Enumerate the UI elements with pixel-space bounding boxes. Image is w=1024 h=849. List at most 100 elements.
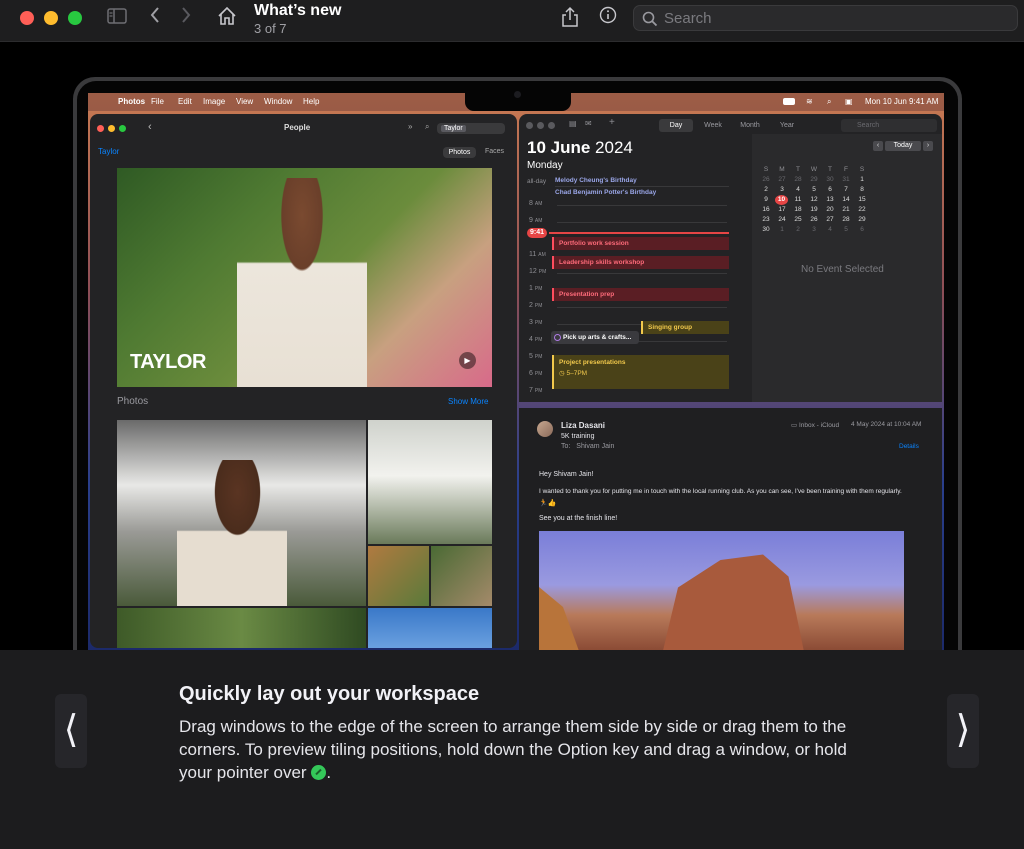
hour-gridline <box>557 222 727 223</box>
mini-day: 26 <box>762 176 770 183</box>
hour-label: 5 PM <box>529 353 543 360</box>
mini-day: 4 <box>796 186 800 193</box>
calendar-event: Leadership skills workshop <box>552 256 729 269</box>
photos-search-field: Taylor <box>437 123 505 134</box>
photos-search-token: Taylor <box>441 125 466 132</box>
hour-label: 12 PM <box>529 268 547 275</box>
calendar-event: Singing group <box>641 321 729 334</box>
mini-day: 28 <box>794 176 802 183</box>
mini-day: 29 <box>858 216 866 223</box>
photo-thumbnail <box>368 608 492 648</box>
inbox-icon: ▭ <box>791 422 799 429</box>
photo-thumbnail <box>117 608 366 648</box>
hour-gridline <box>557 273 727 274</box>
mini-day: 29 <box>810 176 818 183</box>
mini-day: 13 <box>826 196 834 203</box>
mini-day: 14 <box>842 196 850 203</box>
mini-day: 16 <box>762 206 770 213</box>
photos-minimize-button <box>108 125 115 132</box>
laptop-screen: Photos File Edit Image View Window Help … <box>88 93 944 651</box>
mini-day: 18 <box>794 206 802 213</box>
photos-zoom-button <box>119 125 126 132</box>
mini-day: 8 <box>860 186 864 193</box>
mail-details-link: Details <box>899 443 919 450</box>
mini-day: 4 <box>828 226 832 233</box>
chevron-left-icon: ‹ <box>873 141 883 151</box>
chevron-right-icon[interactable] <box>177 6 195 30</box>
menubar-item: Window <box>264 97 293 106</box>
calendar-event-time: ◷ 5–7PM <box>559 370 588 377</box>
mail-date: 4 May 2024 at 10:04 AM <box>851 421 922 428</box>
calendar-tab-week: Week <box>704 122 722 129</box>
home-icon[interactable] <box>216 6 238 30</box>
zoom-window-button[interactable] <box>68 11 82 25</box>
calendar-tab-month: Month <box>740 122 760 129</box>
calendar-window: ▤ ✉ + Day Week Month Year Search 10 June… <box>519 114 942 402</box>
search-input[interactable] <box>664 8 1004 28</box>
photo-thumbnail-subject <box>177 460 287 606</box>
mini-day: 9 <box>764 196 768 203</box>
calendar-event: Presentation prep <box>552 288 729 301</box>
task-circle-icon <box>554 334 561 341</box>
allday-event: Melody Cheung's Birthday <box>555 177 729 187</box>
hour-label: 2 PM <box>529 302 543 309</box>
mail-body-emoji: 🏃👍 <box>539 500 557 507</box>
hour-label: 4 PM <box>529 336 543 343</box>
hour-label: 9 AM <box>529 217 543 224</box>
mail-greeting: Hey Shivam Jain! <box>539 471 594 478</box>
mini-day: 3 <box>780 186 784 193</box>
minimize-window-button[interactable] <box>44 11 58 25</box>
spotlight-icon: ⌕ <box>827 97 832 106</box>
hour-label: 6 PM <box>529 370 543 377</box>
photos-window: ‹ People » ⌕ Taylor Taylor Photos Faces … <box>90 114 517 648</box>
sidebar-icon[interactable] <box>106 6 128 30</box>
photos-search-icon: ⌕ <box>425 122 430 131</box>
mail-photo <box>539 531 904 651</box>
mini-day: 3 <box>812 226 816 233</box>
close-window-button[interactable] <box>20 11 34 25</box>
title-block: What’s new 3 of 7 <box>254 1 341 37</box>
mail-body: I wanted to thank you for putting me in … <box>539 488 902 495</box>
section-title: Photos <box>117 396 149 407</box>
mini-day: 22 <box>858 206 866 213</box>
calendar-event: Project presentations ◷ 5–7PM <box>552 355 729 389</box>
feature-body: Drag windows to the edge of the screen t… <box>179 717 847 782</box>
next-button[interactable]: ⟩ <box>947 694 979 768</box>
mini-day: 25 <box>794 216 802 223</box>
avatar <box>537 421 553 437</box>
allday-event: Chad Benjamin Potter's Birthday <box>555 189 657 196</box>
mini-day: 2 <box>796 226 800 233</box>
page-counter: 3 of 7 <box>254 21 287 36</box>
menubar-item: File <box>151 97 164 106</box>
chevron-left-icon[interactable] <box>146 6 164 30</box>
share-icon[interactable] <box>560 6 580 30</box>
mini-day: 6 <box>860 226 864 233</box>
info-icon[interactable] <box>598 6 618 30</box>
mini-day: 30 <box>762 226 770 233</box>
hour-label: 11 AM <box>529 251 546 258</box>
mini-day: 7 <box>844 186 848 193</box>
calendar-date-day: 10 June <box>527 138 591 157</box>
hour-label: 3 PM <box>529 319 543 326</box>
mini-weekday: S <box>859 166 865 173</box>
window-tile-icon <box>311 765 327 780</box>
wifi-icon: ≋ <box>806 97 813 106</box>
photo-thumbnail <box>368 420 492 544</box>
mini-day: 17 <box>778 206 786 213</box>
calendar-date: 10 June 2024 <box>527 138 633 158</box>
menubar-item: Image <box>203 97 226 106</box>
search-field[interactable] <box>633 5 1018 31</box>
photos-close-button <box>97 125 104 132</box>
chevron-right-icon: › <box>923 141 933 151</box>
control-center-icon: ▣ <box>845 97 853 106</box>
hero-photo: TAYLOR ▶ <box>117 168 492 387</box>
allday-label: all-day <box>527 178 547 185</box>
hero-photo-subject <box>237 178 367 387</box>
menubar-item: View <box>236 97 254 106</box>
mini-weekday: M <box>779 166 785 173</box>
previous-button[interactable]: ⟨ <box>55 694 87 768</box>
photo-thumbnail <box>368 546 429 606</box>
mini-day: 6 <box>828 186 832 193</box>
mini-day: 19 <box>810 206 818 213</box>
mini-day: 1 <box>860 176 864 183</box>
